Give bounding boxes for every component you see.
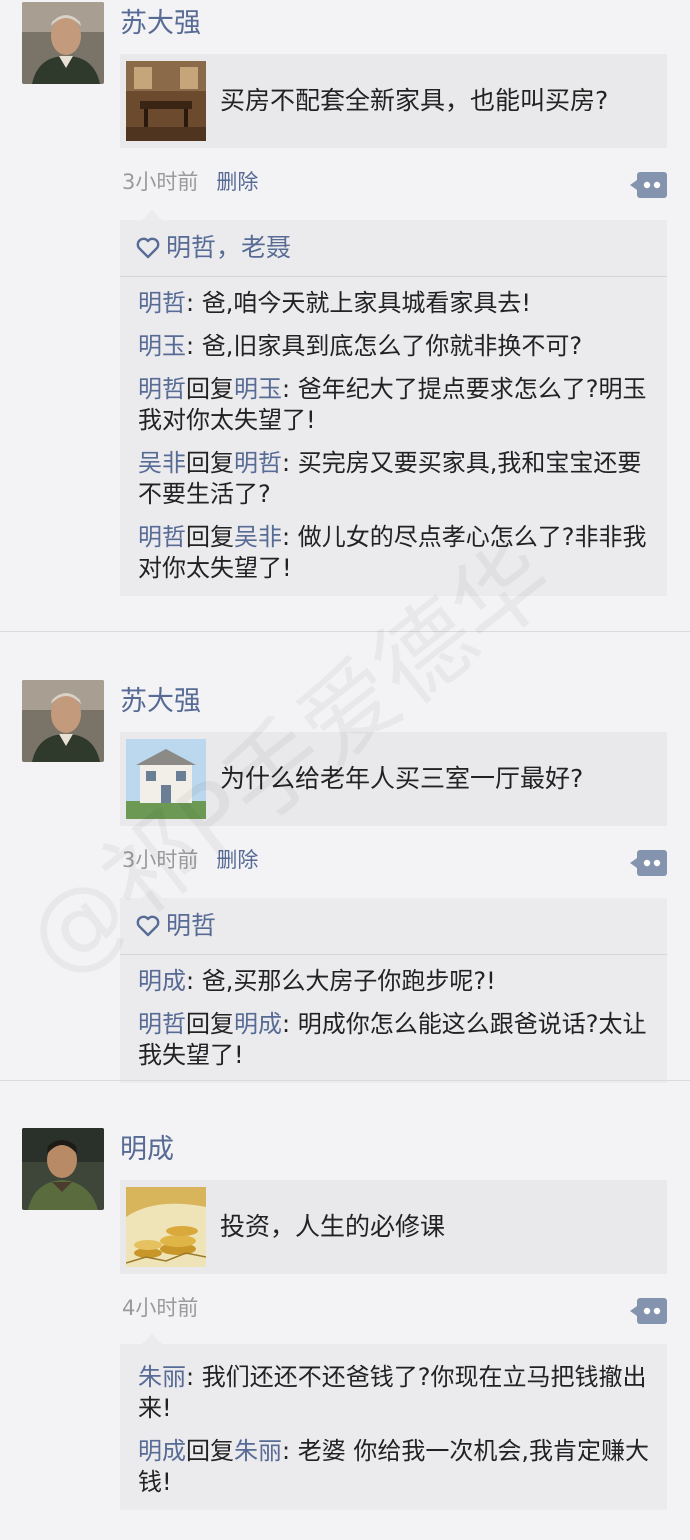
heart-icon (136, 901, 160, 957)
comment-item[interactable]: 明成: 爸,买那么大房子你跑步呢?! (138, 966, 667, 997)
post-meta: 4小时前 (122, 1292, 198, 1322)
comment-item[interactable]: 明哲回复明玉: 爸年纪大了提点要求怎么了?明玉我对你太失望了! (138, 374, 667, 436)
timestamp: 3小时前 (122, 170, 199, 194)
comment-item[interactable]: 明哲回复吴非: 做儿女的尽点孝心怎么了?非非我对你太失望了! (138, 522, 667, 584)
comment-button[interactable] (630, 1298, 667, 1324)
comment-bubble-icon (630, 172, 667, 198)
comment-item[interactable]: 朱丽: 我们还还不还爸钱了?你现在立马把钱撤出来! (138, 1362, 667, 1424)
comment-text: : 爸,旧家具到底怎么了你就非换不可? (186, 332, 583, 360)
comment-text: : 爸,咱今天就上家具城看家具去! (186, 289, 531, 317)
reply-target-name[interactable]: 朱丽 (234, 1437, 282, 1465)
delete-link[interactable]: 删除 (216, 170, 258, 194)
comment-item[interactable]: 明成回复朱丽: 老婆 你给我一次机会,我肯定赚大钱! (138, 1436, 667, 1498)
comment-button[interactable] (630, 850, 667, 876)
comment-item[interactable]: 明玉: 爸,旧家具到底怎么了你就非换不可? (138, 331, 667, 362)
avatar[interactable] (22, 680, 104, 762)
post-divider (0, 631, 690, 632)
reply-target-name[interactable]: 明成 (234, 1010, 282, 1038)
author-name[interactable]: 苏大强 (120, 6, 201, 42)
comment-list: 朱丽: 我们还还不还爸钱了?你现在立马把钱撤出来! 明成回复朱丽: 老婆 你给我… (120, 1344, 667, 1510)
panel-arrow (142, 888, 162, 898)
timestamp: 4小时前 (122, 1296, 199, 1320)
commenter-name[interactable]: 明成 (138, 967, 186, 995)
comment-item[interactable]: 吴非回复明哲: 买完房又要买家具,我和宝宝还要不要生活了? (138, 448, 667, 510)
comment-bubble-icon (630, 850, 667, 876)
reply-word: 回复 (186, 1437, 234, 1465)
heart-icon (136, 223, 160, 279)
comment-list: 明哲: 爸,咱今天就上家具城看家具去! 明玉: 爸,旧家具到底怎么了你就非换不可… (120, 277, 667, 596)
commenter-name[interactable]: 明哲 (138, 375, 186, 403)
link-title: 投资，人生的必修课 (220, 1212, 446, 1241)
comment-text: : 爸,买那么大房子你跑步呢?! (186, 967, 496, 995)
comment-button[interactable] (630, 172, 667, 198)
commenter-name[interactable]: 明哲 (138, 523, 186, 551)
link-thumbnail (126, 739, 206, 819)
reply-target-name[interactable]: 明哲 (234, 449, 282, 477)
reply-word: 回复 (186, 523, 234, 551)
shared-link-card[interactable]: 投资，人生的必修课 (120, 1180, 667, 1274)
commenter-name[interactable]: 明成 (138, 1437, 186, 1465)
shared-link-card[interactable]: 为什么给老年人买三室一厅最好? (120, 732, 667, 826)
interaction-panel: 朱丽: 我们还还不还爸钱了?你现在立马把钱撤出来! 明成回复朱丽: 老婆 你给我… (120, 1334, 667, 1510)
interaction-panel: 明哲，老聂 明哲: 爸,咱今天就上家具城看家具去! 明玉: 爸,旧家具到底怎么了… (120, 210, 667, 596)
commenter-name[interactable]: 明哲 (138, 289, 186, 317)
comment-item[interactable]: 明哲回复明成: 明成你怎么能这么跟爸说话?太让我失望了! (138, 1009, 667, 1071)
reply-target-name[interactable]: 明玉 (234, 375, 282, 403)
panel-arrow (142, 1334, 162, 1344)
likes-row: 明哲，老聂 (120, 220, 667, 277)
reply-target-name[interactable]: 吴非 (234, 523, 282, 551)
delete-link[interactable]: 删除 (216, 848, 258, 872)
author-name[interactable]: 明成 (120, 1132, 174, 1168)
reply-word: 回复 (186, 1010, 234, 1038)
avatar[interactable] (22, 1128, 104, 1210)
likes-row: 明哲 (120, 898, 667, 955)
commenter-name[interactable]: 明玉 (138, 332, 186, 360)
post-divider (0, 1080, 690, 1081)
likes-names[interactable]: 明哲，老聂 (166, 233, 291, 262)
reply-word: 回复 (186, 375, 234, 403)
commenter-name[interactable]: 明哲 (138, 1010, 186, 1038)
comment-item[interactable]: 明哲: 爸,咱今天就上家具城看家具去! (138, 288, 667, 319)
post-meta: 3小时前 删除 (122, 166, 258, 196)
comment-list: 明成: 爸,买那么大房子你跑步呢?! 明哲回复明成: 明成你怎么能这么跟爸说话?… (120, 955, 667, 1083)
likes-names[interactable]: 明哲 (166, 911, 216, 940)
link-thumbnail (126, 61, 206, 141)
comment-bubble-icon (630, 1298, 667, 1324)
interaction-panel: 明哲 明成: 爸,买那么大房子你跑步呢?! 明哲回复明成: 明成你怎么能这么跟爸… (120, 888, 667, 1083)
author-name[interactable]: 苏大强 (120, 684, 201, 720)
commenter-name[interactable]: 朱丽 (138, 1363, 186, 1391)
link-title: 为什么给老年人买三室一厅最好? (220, 764, 584, 793)
reply-word: 回复 (186, 449, 234, 477)
timestamp: 3小时前 (122, 848, 199, 872)
link-title: 买房不配套全新家具，也能叫买房? (220, 86, 609, 115)
shared-link-card[interactable]: 买房不配套全新家具，也能叫买房? (120, 54, 667, 148)
link-thumbnail (126, 1187, 206, 1267)
comment-text: : 我们还还不还爸钱了?你现在立马把钱撤出来! (138, 1363, 647, 1422)
panel-arrow (142, 210, 162, 220)
post-meta: 3小时前 删除 (122, 844, 258, 874)
commenter-name[interactable]: 吴非 (138, 449, 186, 477)
avatar[interactable] (22, 2, 104, 84)
